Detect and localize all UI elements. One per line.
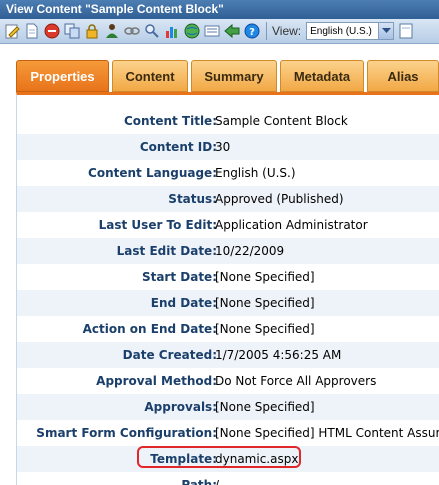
property-row: Status: Approved (Published): [17, 186, 439, 212]
property-row: Last User To Edit: Application Administr…: [17, 212, 439, 238]
tab-bar: Properties Content Summary Metadata Alia…: [16, 60, 439, 92]
template-highlight-outline: [137, 446, 301, 468]
content-language-label: Content Language:: [88, 166, 217, 180]
status-value: Approved (Published): [215, 192, 344, 206]
language-select-value: English (U.S.): [310, 25, 372, 37]
end-date-label: End Date:: [150, 296, 217, 310]
copy-icon[interactable]: [64, 23, 80, 39]
action-on-end-date-label: Action on End Date:: [82, 322, 217, 336]
chevron-down-icon[interactable]: [378, 23, 394, 39]
back-arrow-icon[interactable]: [224, 23, 240, 39]
search-icon[interactable]: [144, 23, 160, 39]
smart-form-configuration-value: [None Specified] HTML Content Assum: [215, 426, 439, 440]
globe-icon[interactable]: [184, 23, 200, 39]
property-row: Date Created: 1/7/2005 4:56:25 AM: [17, 342, 439, 368]
properties-icon[interactable]: [204, 23, 220, 39]
last-edit-date-label: Last Edit Date:: [116, 244, 217, 258]
property-row: Path: /: [17, 472, 439, 485]
last-edit-date-value: 10/22/2009: [215, 244, 285, 258]
language-select[interactable]: English (U.S.): [306, 22, 395, 40]
action-on-end-date-value: [None Specified]: [215, 322, 315, 336]
property-row: Approvals: [None Specified]: [17, 394, 439, 420]
edit-icon[interactable]: [4, 23, 20, 39]
approvals-label: Approvals:: [144, 400, 217, 414]
status-label: Status:: [168, 192, 217, 206]
date-created-value: 1/7/2005 4:56:25 AM: [215, 348, 342, 362]
page-icon[interactable]: [24, 23, 40, 39]
toolbar: ? View: English (U.S.): [0, 19, 439, 44]
smart-form-configuration-label: Smart Form Configuration:: [36, 426, 217, 440]
tab-alias[interactable]: Alias: [367, 60, 439, 92]
approvals-value: [None Specified]: [215, 400, 315, 414]
last-user-label: Last User To Edit:: [98, 218, 217, 232]
property-row: Content Title: Sample Content Block: [17, 108, 439, 134]
lock-icon[interactable]: [84, 23, 100, 39]
approval-method-label: Approval Method:: [96, 374, 217, 388]
property-row: Approval Method: Do Not Force All Approv…: [17, 368, 439, 394]
content-id-label: Content ID:: [139, 140, 217, 154]
end-date-value: [None Specified]: [215, 296, 315, 310]
property-row: Smart Form Configuration: [None Specifie…: [17, 420, 439, 446]
path-value: /: [215, 478, 220, 485]
svg-text:?: ?: [249, 27, 255, 38]
content-language-value: English (U.S.): [215, 166, 296, 180]
content-id-value: 30: [215, 140, 231, 154]
date-created-label: Date Created:: [122, 348, 217, 362]
last-user-value: Application Administrator: [215, 218, 368, 232]
property-row: End Date: [None Specified]: [17, 290, 439, 316]
delete-icon[interactable]: [44, 23, 60, 39]
property-row: Content ID: 30: [17, 134, 439, 160]
start-date-label: Start Date:: [141, 270, 217, 284]
add-language-icon[interactable]: [399, 23, 413, 39]
link-icon[interactable]: [124, 23, 140, 39]
tab-summary[interactable]: Summary: [191, 60, 277, 92]
tab-metadata[interactable]: Metadata: [280, 60, 364, 92]
property-row: Last Edit Date: 10/22/2009: [17, 238, 439, 264]
view-label: View:: [272, 24, 302, 38]
property-row: Start Date: [None Specified]: [17, 264, 439, 290]
users-icon[interactable]: [104, 23, 120, 39]
window-title: View Content "Sample Content Block": [0, 0, 439, 19]
properties-panel: Content Title: Sample Content Block Cont…: [16, 92, 439, 485]
start-date-value: [None Specified]: [215, 270, 315, 284]
content-title-label: Content Title:: [123, 114, 217, 128]
property-row: Action on End Date: [None Specified]: [17, 316, 439, 342]
property-row: Content Language: English (U.S.): [17, 160, 439, 186]
help-icon[interactable]: ?: [244, 23, 260, 39]
tab-properties[interactable]: Properties: [16, 60, 109, 92]
tab-content[interactable]: Content: [112, 60, 188, 92]
chart-icon[interactable]: [164, 23, 180, 39]
approval-method-value: Do Not Force All Approvers: [215, 374, 377, 388]
content-title-value: Sample Content Block: [215, 114, 348, 128]
toolbar-separator: [266, 22, 267, 40]
path-label: Path:: [181, 478, 217, 485]
